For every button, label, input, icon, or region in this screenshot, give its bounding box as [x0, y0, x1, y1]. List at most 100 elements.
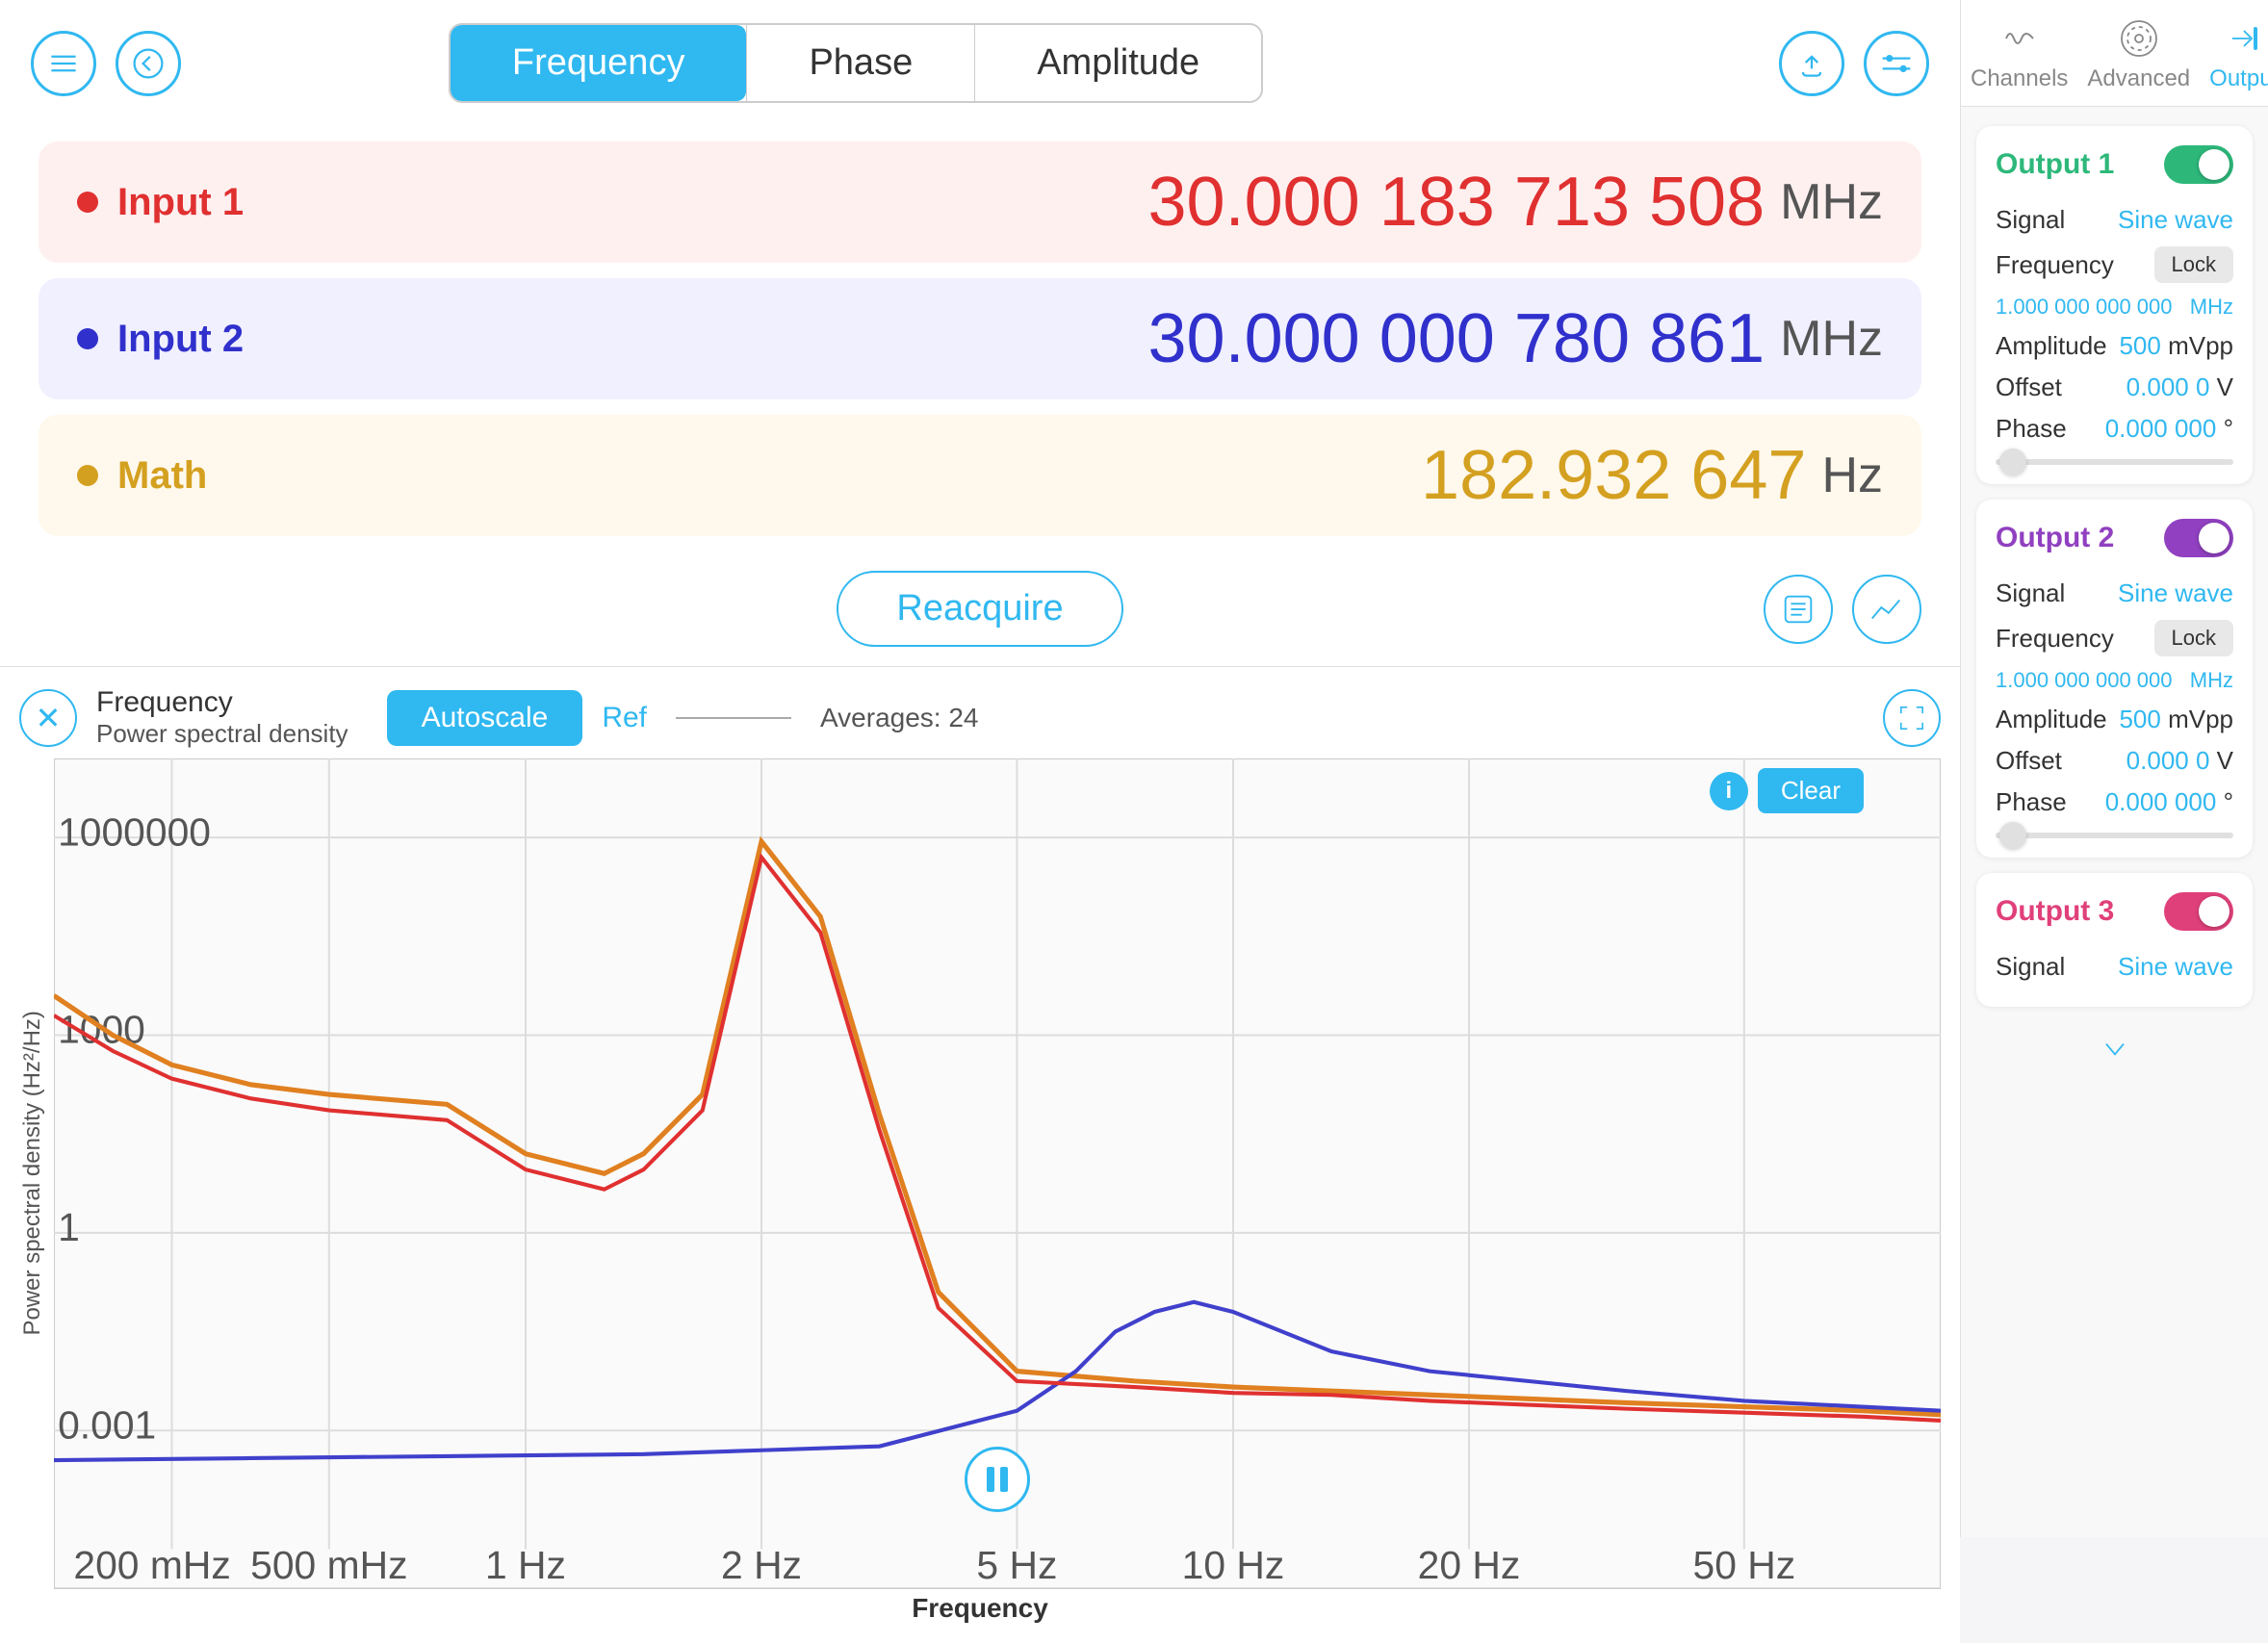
top-right-icons [1779, 31, 1929, 96]
output1-amp-row: Amplitude 500 mVpp [1996, 325, 2233, 367]
input2-unit: MHz [1780, 310, 1883, 368]
output3-signal-value[interactable]: Sine wave [2118, 952, 2233, 982]
output1-offset-value[interactable]: 0.000 0 [2126, 372, 2210, 401]
output2-freq-value-row: 1.000 000 000 000 MHz [1996, 662, 2233, 699]
sidebar-scroll: Output 1 Signal Sine wave Frequency Lock… [1961, 107, 2268, 1537]
input1-row[interactable]: Input 1 30.000 183 713 508 MHz [39, 141, 1921, 263]
output1-phase-value[interactable]: 0.000 000 [2105, 414, 2217, 443]
output1-offset-label: Offset [1996, 372, 2062, 402]
output3-card: Output 3 Signal Sine wave [1976, 873, 2253, 1007]
reacquire-button[interactable]: Reacquire [837, 571, 1122, 647]
output1-title: Output 1 [1996, 148, 2114, 181]
output2-phase-unit: ° [2224, 787, 2233, 816]
output1-phase-label: Phase [1996, 414, 2067, 444]
svg-text:200 mHz: 200 mHz [73, 1543, 230, 1587]
output1-toggle[interactable] [2164, 145, 2233, 184]
output2-amp-value[interactable]: 500 [2119, 705, 2160, 733]
nav-item-output[interactable]: Output [2200, 0, 2268, 106]
tab-frequency[interactable]: Frequency [451, 25, 747, 101]
output1-amp-label: Amplitude [1996, 331, 2107, 361]
input1-unit: MHz [1780, 173, 1883, 231]
chart-x-label: Frequency [19, 1593, 1941, 1624]
output1-amp-unit: mVpp [2168, 331, 2233, 360]
controls-row: Reacquire [0, 552, 1960, 666]
output1-phase-unit: ° [2224, 414, 2233, 443]
chevron-down[interactable] [1976, 1022, 2253, 1081]
input1-value: 30.000 183 713 508 [1148, 163, 1765, 242]
chart-inner: i Clear [54, 758, 1941, 1589]
output2-phase-slider[interactable] [1996, 833, 2233, 838]
measurements-section: Input 1 30.000 183 713 508 MHz Input 2 3… [0, 126, 1960, 552]
chart-area: ✕ Frequency Power spectral density Autos… [0, 666, 1960, 1643]
chart-subtitle: Power spectral density [96, 719, 348, 749]
svg-text:20 Hz: 20 Hz [1418, 1543, 1521, 1587]
chart-info-row: i Clear [1710, 768, 1864, 813]
autoscale-button[interactable]: Autoscale [387, 690, 583, 746]
output1-lock-button[interactable]: Lock [2154, 246, 2233, 283]
output2-signal-value[interactable]: Sine wave [2118, 578, 2233, 608]
tab-amplitude[interactable]: Amplitude [974, 25, 1261, 101]
output2-amp-row: Amplitude 500 mVpp [1996, 699, 2233, 740]
output2-offset-value[interactable]: 0.000 0 [2126, 746, 2210, 775]
output2-signal-row: Signal Sine wave [1996, 573, 2233, 614]
output2-phase-value[interactable]: 0.000 000 [2105, 787, 2217, 816]
settings-button[interactable] [1864, 31, 1929, 96]
expand-button[interactable] [1883, 689, 1941, 747]
menu-button[interactable] [31, 31, 96, 96]
averages-label: Averages: 24 [820, 703, 979, 733]
output2-phase-row: Phase 0.000 000 ° [1996, 782, 2233, 823]
output2-card: Output 2 Signal Sine wave Frequency Lock… [1976, 500, 2253, 858]
output1-freq-unit: MHz [2190, 295, 2233, 320]
math-value: 182.932 647 [1421, 436, 1806, 515]
top-bar: Frequency Phase Amplitude [0, 0, 1960, 126]
output1-freq-row: Frequency Lock [1996, 241, 2233, 289]
close-chart-button[interactable]: ✕ [19, 689, 77, 747]
output1-phase-slider[interactable] [1996, 459, 2233, 465]
output2-freq-value[interactable]: 1.000 000 000 000 [1996, 668, 2173, 693]
info-icon[interactable]: i [1710, 772, 1748, 810]
svg-text:500 mHz: 500 mHz [250, 1543, 407, 1587]
ref-button[interactable]: Ref [602, 702, 647, 734]
output2-offset-label: Offset [1996, 746, 2062, 776]
output3-toggle[interactable] [2164, 892, 2233, 931]
svg-text:50 Hz: 50 Hz [1693, 1543, 1796, 1587]
svg-text:10 Hz: 10 Hz [1182, 1543, 1285, 1587]
output1-offset-unit: V [2217, 372, 2233, 401]
notes-button[interactable] [1764, 575, 1833, 644]
output1-freq-value[interactable]: 1.000 000 000 000 [1996, 295, 2173, 320]
math-label: Math [117, 454, 310, 498]
input2-label: Input 2 [117, 318, 310, 361]
chart-wrapper: Power spectral density (Hz²/Hz) i Clear [19, 758, 1941, 1589]
output2-amp-unit: mVpp [2168, 705, 2233, 733]
math-row[interactable]: Math 182.932 647 Hz [39, 415, 1921, 536]
pause-button[interactable] [965, 1447, 1030, 1512]
input1-label: Input 1 [117, 181, 310, 224]
tab-group: Frequency Phase Amplitude [449, 23, 1263, 103]
sidebar-nav: Channels Advanced Output [1961, 0, 2268, 107]
input2-value: 30.000 000 780 861 [1148, 299, 1765, 378]
back-button[interactable] [116, 31, 181, 96]
output1-signal-value[interactable]: Sine wave [2118, 205, 2233, 235]
math-unit: Hz [1821, 447, 1883, 504]
trend-button[interactable] [1852, 575, 1921, 644]
output2-phase-label: Phase [1996, 787, 2067, 817]
output1-signal-row: Signal Sine wave [1996, 199, 2233, 241]
tab-phase[interactable]: Phase [746, 25, 974, 101]
output1-freq-label: Frequency [1996, 250, 2114, 280]
output2-amp-label: Amplitude [1996, 705, 2107, 734]
output1-amp-value[interactable]: 500 [2119, 331, 2160, 360]
output2-lock-button[interactable]: Lock [2154, 620, 2233, 656]
output2-offset-row: Offset 0.000 0 V [1996, 740, 2233, 782]
right-control-icons [1764, 575, 1921, 644]
upload-button[interactable] [1779, 31, 1844, 96]
svg-text:1: 1 [58, 1205, 80, 1249]
input2-row[interactable]: Input 2 30.000 000 780 861 MHz [39, 278, 1921, 399]
sidebar: Channels Advanced Output Output 1 Signal… [1960, 0, 2268, 1537]
output2-toggle[interactable] [2164, 519, 2233, 557]
output2-toggle-thumb [2199, 523, 2229, 553]
nav-item-channels[interactable]: Channels [1961, 0, 2077, 106]
clear-button[interactable]: Clear [1758, 768, 1864, 813]
chart-y-label: Power spectral density (Hz²/Hz) [19, 758, 46, 1589]
output2-header: Output 2 [1996, 519, 2233, 557]
nav-item-advanced[interactable]: Advanced [2077, 0, 2200, 106]
